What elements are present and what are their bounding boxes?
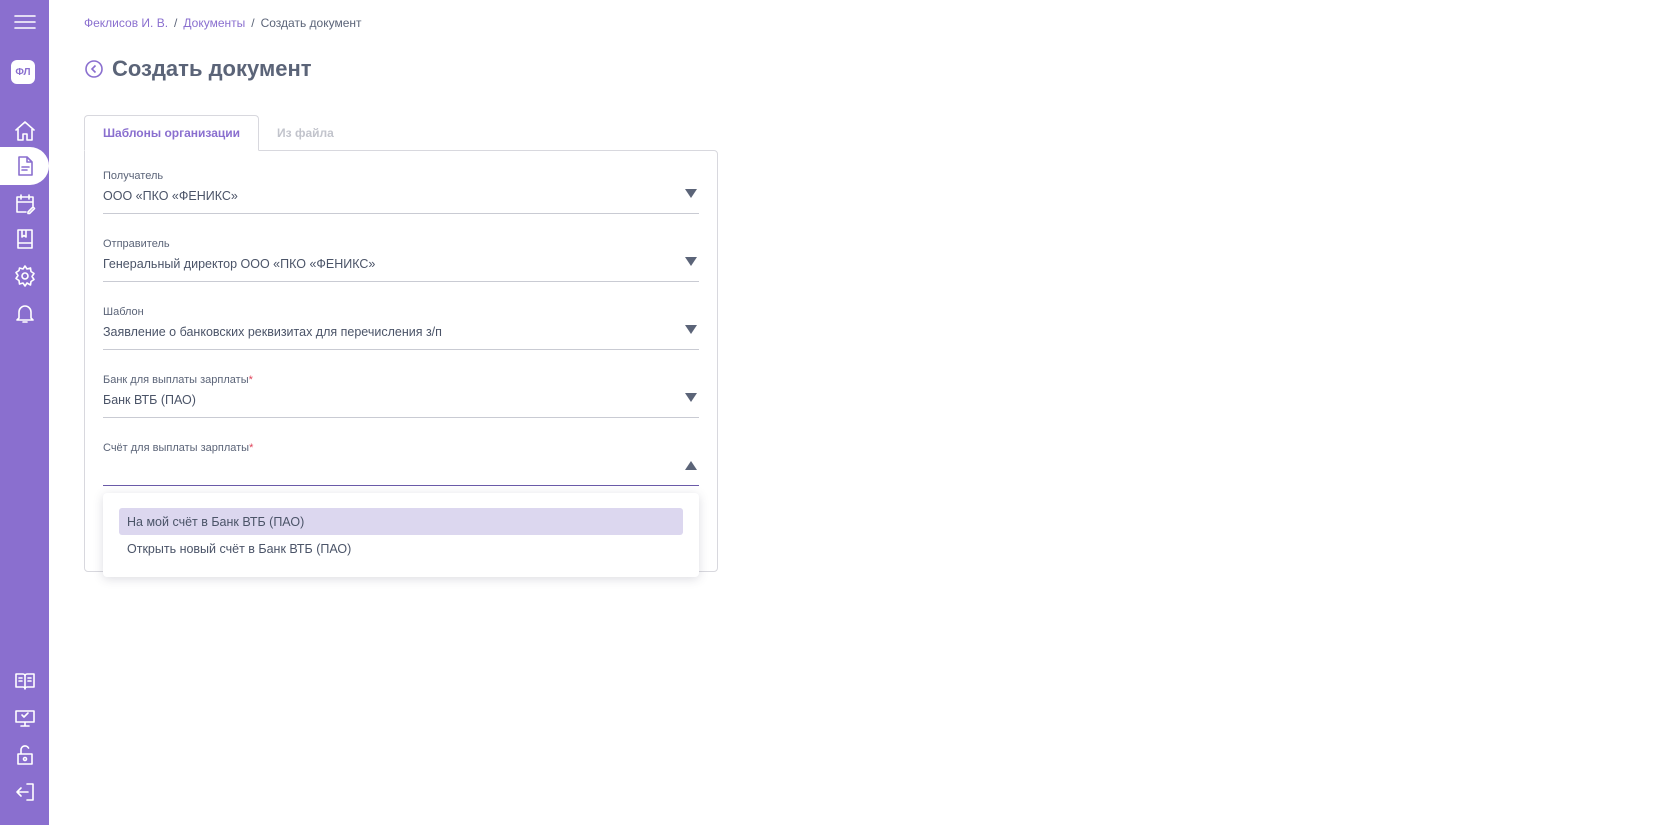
sender-label: Отправитель [103,238,170,250]
sidebar: ФЛ [0,0,49,825]
avatar[interactable]: ФЛ [11,60,35,84]
recipient-label: Получатель [103,170,164,182]
sender-value: Генеральный директор ООО «ПКО «ФЕНИКС» [103,257,376,271]
tabs: Шаблоны организации Из файла [84,115,352,151]
back-button[interactable] [84,59,104,79]
menu-icon[interactable] [0,4,49,40]
gear-icon[interactable] [0,258,49,294]
caret-down-icon [685,189,697,198]
account-dropdown-menu: На мой счёт в Банк ВТБ (ПАО) Открыть нов… [103,493,699,577]
caret-down-icon [685,393,697,402]
account-label: Счёт для выплаты зарплаты* [103,442,254,454]
sidebar-item-documents[interactable] [0,147,49,185]
required-mark: * [248,374,253,386]
recipient-select[interactable]: Получатель ООО «ПКО «ФЕНИКС» [103,170,699,214]
breadcrumb-separator: / [174,16,178,30]
unlock-icon[interactable] [0,737,49,773]
back-arrow-icon [85,60,103,78]
breadcrumb-user[interactable]: Феклисов И. В. [84,16,168,30]
caret-down-icon [685,257,697,266]
template-label: Шаблон [103,306,144,318]
caret-down-icon [685,325,697,334]
template-value: Заявление о банковских реквизитах для пе… [103,325,442,339]
required-mark: * [249,442,254,454]
bank-value: Банк ВТБ (ПАО) [103,393,196,407]
calendar-edit-icon[interactable] [0,186,49,222]
breadcrumb: Феклисов И. В. / Документы / Создать док… [84,16,362,30]
dropdown-option[interactable]: Открыть новый счёт в Банк ВТБ (ПАО) [119,535,683,562]
bookmark-book-icon[interactable] [0,221,49,257]
sender-select[interactable]: Отправитель Генеральный директор ООО «ПК… [103,238,699,282]
breadcrumb-documents[interactable]: Документы [183,16,245,30]
bank-select[interactable]: Банк для выплаты зарплаты* Банк ВТБ (ПАО… [103,374,699,418]
logout-icon[interactable] [0,774,49,810]
tab-organization-templates[interactable]: Шаблоны организации [84,115,260,151]
monitor-icon[interactable] [0,700,49,736]
title-row: Создать документ [84,56,312,82]
tab-from-file[interactable]: Из файла [259,115,352,151]
book-icon[interactable] [0,663,49,699]
bank-label: Банк для выплаты зарплаты* [103,374,253,386]
home-icon[interactable] [0,113,49,149]
template-select[interactable]: Шаблон Заявление о банковских реквизитах… [103,306,699,350]
account-select[interactable]: Счёт для выплаты зарплаты* [103,442,699,486]
dropdown-option[interactable]: На мой счёт в Банк ВТБ (ПАО) [119,508,683,535]
breadcrumb-current: Создать документ [260,16,362,30]
document-icon [0,148,49,184]
caret-up-icon [685,461,697,470]
bell-icon[interactable] [0,295,49,331]
recipient-value: ООО «ПКО «ФЕНИКС» [103,189,238,203]
page-title: Создать документ [112,56,312,81]
breadcrumb-separator: / [251,16,255,30]
